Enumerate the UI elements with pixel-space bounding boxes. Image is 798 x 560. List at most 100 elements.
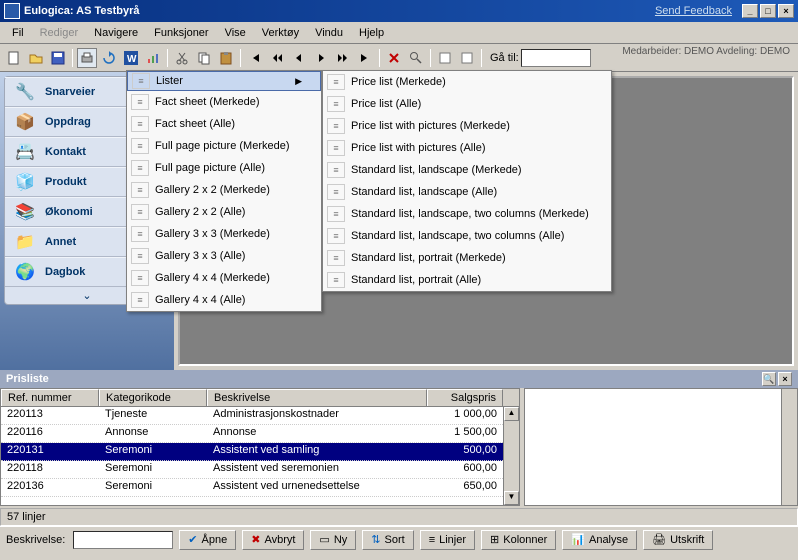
goto-input[interactable] — [521, 49, 591, 67]
menu-fil[interactable]: Fil — [4, 25, 32, 41]
doc-icon: ≡ — [131, 182, 149, 198]
col-besk[interactable]: Beskrivelse — [207, 389, 427, 406]
table-row[interactable]: 220116AnnonseAnnonse1 500,00 — [1, 425, 519, 443]
open-icon[interactable] — [26, 48, 46, 68]
delete-icon[interactable] — [384, 48, 404, 68]
sort-button[interactable]: ⇅Sort — [362, 530, 413, 550]
chart-icon[interactable] — [143, 48, 163, 68]
menu-label: Price list with pictures (Merkede) — [351, 120, 510, 132]
utskrift-button[interactable]: 🖨Utskrift — [643, 530, 713, 550]
sidebar-label: Dagbok — [45, 266, 85, 278]
assignment-icon: 📦 — [13, 110, 37, 134]
menu-item[interactable]: ≡Standard list, landscape, two columns (… — [323, 225, 611, 247]
menu-hjelp[interactable]: Hjelp — [351, 25, 392, 41]
menu-item[interactable]: ≡Gallery 2 x 2 (Alle) — [127, 201, 321, 223]
menu-item[interactable]: ≡ Standard list, portrait (Alle) — [323, 269, 611, 291]
minimize-button[interactable]: _ — [742, 4, 758, 18]
linjer-button[interactable]: ≡Linjer — [420, 530, 475, 550]
menu-item[interactable]: ≡Fact sheet (Alle) — [127, 113, 321, 135]
apne-button[interactable]: ✔Åpne — [179, 530, 236, 550]
menu-item[interactable]: ≡Standard list, landscape (Merkede) — [323, 159, 611, 181]
menu-item[interactable]: ≡Fact sheet (Merkede) — [127, 91, 321, 113]
menu-item[interactable]: ≡Standard list, portrait (Merkede) — [323, 247, 611, 269]
menu-label: Standard list, portrait (Alle) — [351, 274, 481, 286]
menu-item[interactable]: ≡Gallery 3 x 3 (Alle) — [127, 245, 321, 267]
avbryt-button[interactable]: ✖Avbryt — [242, 530, 304, 550]
menu-item[interactable]: ≡Gallery 4 x 4 (Merkede) — [127, 267, 321, 289]
nav-prev-page-icon[interactable] — [267, 48, 287, 68]
cancel-icon: ✖ — [251, 533, 260, 546]
menu-item[interactable]: ≡Price list with pictures (Alle) — [323, 137, 611, 159]
sidebar-label: Kontakt — [45, 146, 86, 158]
prisliste-title: Prisliste — [6, 373, 49, 385]
nav-prev-icon[interactable] — [289, 48, 309, 68]
scroll-down-icon[interactable]: ▼ — [504, 491, 519, 505]
menu-navigere[interactable]: Navigere — [86, 25, 146, 41]
menu-item-lister[interactable]: ≡ Lister ▶ — [127, 71, 321, 91]
cut-icon[interactable] — [172, 48, 192, 68]
menu-item[interactable]: ≡Full page picture (Merkede) — [127, 135, 321, 157]
menu-label: Gallery 4 x 4 (Merkede) — [155, 272, 270, 284]
nav-next-icon[interactable] — [311, 48, 331, 68]
contact-icon: 📇 — [13, 140, 37, 164]
tool-b-icon[interactable] — [457, 48, 477, 68]
doc-icon: ≡ — [327, 140, 345, 156]
prisliste-close-icon[interactable]: × — [778, 372, 792, 386]
paste-icon[interactable] — [216, 48, 236, 68]
menu-vise[interactable]: Vise — [217, 25, 254, 41]
scroll-up-icon[interactable]: ▲ — [504, 407, 519, 421]
find-icon[interactable] — [406, 48, 426, 68]
doc-icon: ≡ — [327, 272, 345, 288]
menu-vindu[interactable]: Vindu — [307, 25, 351, 41]
menu-item[interactable]: ≡Full page picture (Alle) — [127, 157, 321, 179]
col-kat[interactable]: Kategorikode — [99, 389, 207, 406]
tool-a-icon[interactable] — [435, 48, 455, 68]
menu-funksjoner[interactable]: Funksjoner — [146, 25, 216, 41]
goto-label: Gå til: — [490, 52, 519, 64]
maximize-button[interactable]: □ — [760, 4, 776, 18]
table-row[interactable]: 220118SeremoniAssistent ved seremonien60… — [1, 461, 519, 479]
lister-submenu: ≡Price list (Merkede) ≡Price list (Alle)… — [322, 70, 612, 292]
table-row-selected[interactable]: 220131SeremoniAssistent ved samling500,0… — [1, 443, 519, 461]
doc-icon: ≡ — [327, 206, 345, 222]
table-row[interactable]: 220113TjenesteAdministrasjonskostnader1 … — [1, 407, 519, 425]
lister-menu: ≡ Lister ▶ ≡Fact sheet (Merkede) ≡Fact s… — [126, 70, 322, 312]
menu-item[interactable]: ≡Price list (Alle) — [323, 93, 611, 115]
desc-label: Beskrivelse: — [6, 534, 65, 546]
menu-label: Standard list, landscape, two columns (A… — [351, 230, 564, 242]
menu-rediger[interactable]: Rediger — [32, 25, 87, 41]
menu-item[interactable]: ≡Standard list, landscape (Alle) — [323, 181, 611, 203]
menu-item[interactable]: ≡Gallery 4 x 4 (Alle) — [127, 289, 321, 311]
nav-last-icon[interactable] — [355, 48, 375, 68]
new-icon[interactable] — [4, 48, 24, 68]
grid-scrollbar[interactable]: ▲ ▼ — [503, 407, 519, 505]
doc-icon: ≡ — [131, 138, 149, 154]
doc-icon: ≡ — [327, 184, 345, 200]
nav-next-page-icon[interactable] — [333, 48, 353, 68]
doc-icon: ≡ — [132, 73, 150, 89]
col-ref[interactable]: Ref. nummer — [1, 389, 99, 406]
refresh-icon[interactable] — [99, 48, 119, 68]
word-icon[interactable]: W — [121, 48, 141, 68]
send-feedback-link[interactable]: Send Feedback — [655, 5, 732, 17]
print-dropdown-icon[interactable] — [77, 48, 97, 68]
table-row[interactable]: 220136SeremoniAssistent ved urnenedsette… — [1, 479, 519, 497]
analyse-button[interactable]: 📊Analyse — [562, 530, 637, 550]
kolonner-button[interactable]: ⊞Kolonner — [481, 530, 556, 550]
save-icon[interactable] — [48, 48, 68, 68]
preview-scrollbar[interactable] — [781, 389, 797, 505]
prisliste-search-icon[interactable]: 🔍 — [762, 372, 776, 386]
doc-icon: ≡ — [327, 162, 345, 178]
nav-first-icon[interactable] — [245, 48, 265, 68]
menu-verktoy[interactable]: Verktøy — [254, 25, 307, 41]
ny-button[interactable]: ▭Ny — [310, 530, 356, 550]
menu-item[interactable]: ≡Price list with pictures (Merkede) — [323, 115, 611, 137]
close-button[interactable]: × — [778, 4, 794, 18]
menu-item[interactable]: ≡Gallery 3 x 3 (Merkede) — [127, 223, 321, 245]
menu-item[interactable]: ≡Price list (Merkede) — [323, 71, 611, 93]
copy-icon[interactable] — [194, 48, 214, 68]
menu-item[interactable]: ≡Standard list, landscape, two columns (… — [323, 203, 611, 225]
menu-item[interactable]: ≡Gallery 2 x 2 (Merkede) — [127, 179, 321, 201]
col-pris[interactable]: Salgspris — [427, 389, 503, 406]
desc-input[interactable] — [73, 531, 173, 549]
